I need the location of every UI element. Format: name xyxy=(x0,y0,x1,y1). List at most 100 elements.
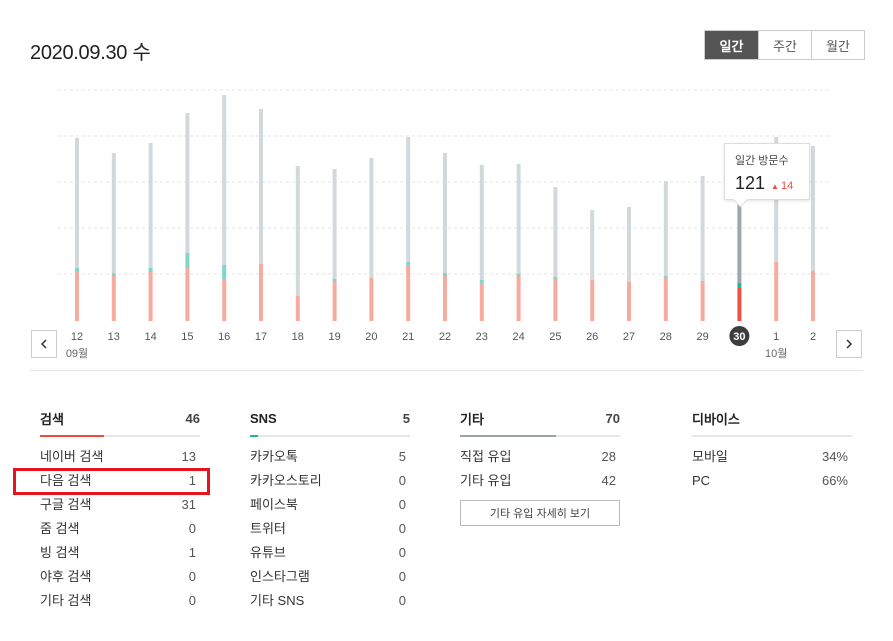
bar-segment-bottom[interactable] xyxy=(332,282,337,321)
tab-daily[interactable]: 일간 xyxy=(705,31,758,59)
x-tick-label[interactable]: 2 xyxy=(810,331,816,343)
section-total: 46 xyxy=(185,410,200,426)
section-progress xyxy=(40,435,200,437)
bar-segment-top[interactable] xyxy=(111,153,116,273)
bar-segment-top[interactable] xyxy=(185,113,190,253)
bar-segment-top[interactable] xyxy=(479,165,484,280)
bar-segment-bottom[interactable] xyxy=(295,296,300,321)
bar-segment-bottom[interactable] xyxy=(369,278,374,321)
x-tick-label[interactable]: 28 xyxy=(660,331,672,343)
x-tick-label[interactable]: 16 xyxy=(218,331,230,343)
bar-segment-middle[interactable] xyxy=(148,268,153,272)
bar-segment-bottom[interactable] xyxy=(627,282,631,321)
bar-segment-top[interactable] xyxy=(75,138,79,268)
bar-segment-bottom[interactable] xyxy=(663,278,668,321)
bar-segment-bottom[interactable] xyxy=(222,279,227,321)
x-tick-label[interactable]: 26 xyxy=(586,331,598,343)
bar-segment-middle[interactable] xyxy=(553,277,558,279)
bar-segment-bottom[interactable] xyxy=(185,268,190,321)
x-tick-label[interactable]: 19 xyxy=(328,331,340,343)
bar-segment-top[interactable] xyxy=(553,187,558,277)
chart-next-button[interactable] xyxy=(836,330,862,358)
bar-segment-middle[interactable] xyxy=(443,273,447,276)
bar-segment-bottom[interactable] xyxy=(811,271,815,321)
row-label: 인스타그램 xyxy=(250,569,310,584)
list-item: 유튜브 0 xyxy=(250,546,410,570)
row-value: 0 xyxy=(188,569,196,584)
tab-monthly[interactable]: 월간 xyxy=(811,31,864,59)
bar-segment-bottom[interactable] xyxy=(111,276,116,321)
x-tick-label[interactable]: 29 xyxy=(696,331,708,343)
bar-segment-top[interactable] xyxy=(590,210,595,280)
up-arrow-icon: ▲ xyxy=(771,182,779,191)
x-tick-label[interactable]: 13 xyxy=(108,331,120,343)
bar-segment-top[interactable] xyxy=(222,95,227,265)
chart-prev-button[interactable] xyxy=(31,330,57,358)
bar-segment-top[interactable] xyxy=(663,181,668,276)
bar-segment-top[interactable] xyxy=(148,143,153,268)
x-tick-label[interactable]: 17 xyxy=(255,331,267,343)
bar-segment-top[interactable] xyxy=(627,207,631,282)
bar-segment-bottom[interactable] xyxy=(774,262,779,321)
x-tick-label[interactable]: 27 xyxy=(623,331,635,343)
x-tick-label[interactable]: 12 xyxy=(71,331,83,343)
bar-segment-bottom[interactable] xyxy=(700,281,705,321)
row-value: 0 xyxy=(398,593,406,608)
bar-segment-middle[interactable] xyxy=(479,280,484,283)
row-value: 0 xyxy=(398,521,406,536)
bar-segment-top[interactable] xyxy=(443,153,447,273)
bar-segment-bottom[interactable] xyxy=(553,279,558,321)
bar-segment-bottom[interactable] xyxy=(590,280,595,321)
bar-segment-middle[interactable] xyxy=(406,262,411,265)
list-item: 줌 검색 0 xyxy=(40,522,200,546)
bar-segment-top[interactable] xyxy=(516,164,521,274)
x-tick-label[interactable]: 23 xyxy=(476,331,488,343)
bar-segment-top[interactable] xyxy=(406,137,411,262)
bar-segment-top[interactable] xyxy=(369,158,374,278)
row-label: 빙 검색 xyxy=(40,545,80,560)
x-tick-label[interactable]: 15 xyxy=(181,331,193,343)
other-inflow-detail-button[interactable]: 기타 유입 자세히 보기 xyxy=(460,500,620,526)
row-value: 0 xyxy=(398,473,406,488)
bar-segment-bottom[interactable] xyxy=(443,276,447,321)
section-total: 70 xyxy=(605,410,620,426)
bar-segment-top[interactable] xyxy=(295,166,300,296)
x-tick-label[interactable]: 14 xyxy=(144,331,156,343)
bar-segment-bottom[interactable] xyxy=(406,265,411,321)
page-title: 2020.09.30 수 xyxy=(30,42,151,64)
bar-segment-middle[interactable] xyxy=(75,268,79,271)
bar-segment-middle[interactable] xyxy=(737,283,742,288)
row-label: 구글 검색 xyxy=(40,497,92,512)
x-tick-label[interactable]: 1 xyxy=(773,331,779,343)
bar-segment-bottom[interactable] xyxy=(148,272,153,321)
x-tick-label[interactable]: 18 xyxy=(292,331,304,343)
bar-segment-middle[interactable] xyxy=(663,276,668,278)
section-progress-fill xyxy=(40,435,104,437)
bar-segment-middle[interactable] xyxy=(111,273,116,276)
bar-segment-top[interactable] xyxy=(259,109,263,264)
x-tick-label[interactable]: 20 xyxy=(365,331,377,343)
bar-segment-bottom[interactable] xyxy=(75,271,79,321)
section-title: SNS xyxy=(250,410,277,426)
x-tick-label[interactable]: 24 xyxy=(512,331,524,343)
bar-segment-bottom[interactable] xyxy=(737,288,742,321)
bar-segment-middle[interactable] xyxy=(222,265,227,279)
bar-segment-middle[interactable] xyxy=(516,274,521,276)
x-tick-label[interactable]: 30 xyxy=(733,331,745,343)
bar-segment-bottom[interactable] xyxy=(516,276,521,321)
bar-segment-top[interactable] xyxy=(700,176,705,281)
bar-segment-bottom[interactable] xyxy=(259,264,263,321)
bar-segment-middle[interactable] xyxy=(185,253,190,268)
bar-segment-top[interactable] xyxy=(332,169,337,279)
row-value: 0 xyxy=(188,593,196,608)
row-label: 야후 검색 xyxy=(40,569,92,584)
bar-segment-bottom[interactable] xyxy=(479,283,484,321)
bar-segment-top[interactable] xyxy=(811,146,815,271)
x-tick-label[interactable]: 21 xyxy=(402,331,414,343)
x-tick-label[interactable]: 25 xyxy=(549,331,561,343)
tab-weekly[interactable]: 주간 xyxy=(758,31,811,59)
tooltip-label: 일간 방문수 xyxy=(735,155,789,167)
row-value: 5 xyxy=(398,449,406,464)
bar-segment-middle[interactable] xyxy=(332,279,337,282)
x-tick-label[interactable]: 22 xyxy=(439,331,451,343)
